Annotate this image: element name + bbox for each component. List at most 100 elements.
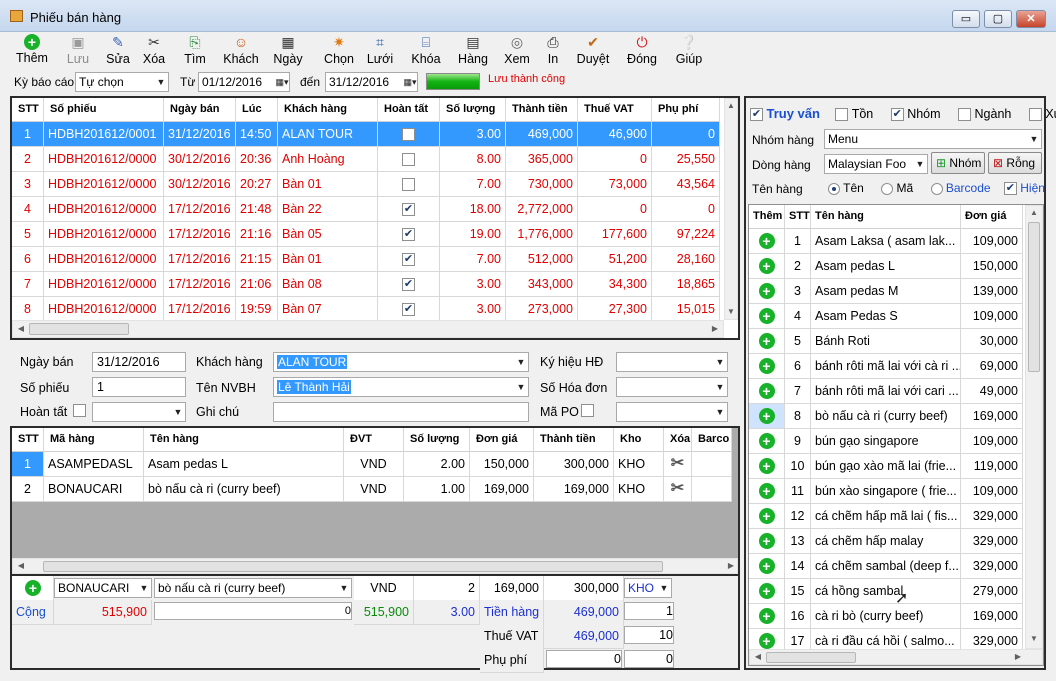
product-add-cell[interactable]: + [749,529,785,554]
invoice-cell-sl[interactable]: 18.00 [440,197,506,222]
add-icon[interactable]: + [758,608,775,624]
invoice-cell-stt[interactable]: 3 [12,172,44,197]
invoice-cell-stt[interactable]: 8 [12,297,44,322]
invoice-col-header[interactable]: Thành tiền [506,98,578,122]
invoice-cell-luc[interactable]: 21:15 [236,247,278,272]
product-cell-ten[interactable]: Asam Pedas S [811,304,961,329]
entry-ma-select[interactable]: BONAUCARI ▼ [54,578,152,598]
nvbh-select[interactable]: Lê Thành Hải ▼ [273,377,529,397]
product-cell-ten[interactable]: Asam Laksa ( asam lak... [811,229,961,254]
invoice-cell-so_phieu[interactable]: HDBH201612/0000 [44,247,164,272]
invoice-cell-stt[interactable]: 5 [12,222,44,247]
invoice-cell-khach[interactable]: Bàn 08 [278,272,378,297]
to-date-picker[interactable]: 31/12/2016 ▦▾ [325,72,418,92]
product-cell-ten[interactable]: Bánh Roti [811,329,961,354]
invoice-cell-stt[interactable]: 1 [12,122,44,147]
invoice-cell-phu_phi[interactable]: 0 [652,197,720,222]
invoice-cell-thanh_tien[interactable]: 365,000 [506,147,578,172]
detail-col-header[interactable]: Thành tiền [534,428,614,452]
add-icon[interactable]: + [758,408,775,424]
invoice-cell-stt[interactable]: 7 [12,272,44,297]
invoice-cell-phu_phi[interactable]: 43,564 [652,172,720,197]
invoice-cell-khach[interactable]: Bàn 05 [278,222,378,247]
khach-hang-select[interactable]: ALAN TOUR ▼ [273,352,529,372]
product-cell-stt[interactable]: 8 [785,404,811,429]
product-cell-gia[interactable]: 30,000 [961,329,1023,354]
invoice-cell-luc[interactable]: 20:36 [236,147,278,172]
invoice-cell-phu_phi[interactable]: 97,224 [652,222,720,247]
delete-row-icon[interactable]: ✂ [671,455,684,472]
invoice-cell-hoan_tat[interactable]: ✔ [378,297,440,322]
barcode-radio[interactable] [930,182,943,195]
hoan-tat-checkbox[interactable] [402,128,415,142]
ma-po-select[interactable]: ▼ [616,402,728,422]
invoice-cell-ngay[interactable]: 17/12/2016 [164,222,236,247]
detail-cell-xoa[interactable]: ✂ [664,452,692,477]
detail-cell-dvt[interactable]: VND [344,477,404,502]
invoice-hscrollbar[interactable]: ◀ ▶ [12,320,724,338]
invoice-cell-vat[interactable]: 73,000 [578,172,652,197]
invoice-cell-phu_phi[interactable]: 28,160 [652,247,720,272]
detail-cell-thanh_tien[interactable]: 300,000 [534,452,614,477]
detail-col-header[interactable]: Kho [614,428,664,452]
so-phieu-field[interactable]: 1 [92,377,186,397]
invoice-col-header[interactable]: Hoàn tất [378,98,440,122]
detail-cell-ma[interactable]: BONAUCARI [44,477,144,502]
scroll-thumb[interactable] [1028,222,1040,372]
toolbar-1-button[interactable]: ▣ Lưu [60,32,96,70]
invoice-cell-khach[interactable]: ALAN TOUR [278,122,378,147]
product-cell-ten[interactable]: bánh rôti mã lai với cà ri ... [811,354,961,379]
product-cell-gia[interactable]: 139,000 [961,279,1023,304]
add-icon[interactable]: + [758,308,775,324]
product-cell-stt[interactable]: 9 [785,429,811,454]
invoice-cell-phu_phi[interactable]: 18,865 [652,272,720,297]
entry-add-cell[interactable]: + [12,576,54,601]
invoice-cell-hoan_tat[interactable] [378,122,440,147]
product-cell-ten[interactable]: cá chẽm hấp mã lai ( fis... [811,504,961,529]
product-cell-stt[interactable]: 14 [785,554,811,579]
ma-radio[interactable] [881,182,894,195]
product-cell-stt[interactable]: 15 [785,579,811,604]
invoice-cell-luc[interactable]: 21:48 [236,197,278,222]
invoice-cell-ngay[interactable]: 17/12/2016 [164,272,236,297]
ten-radio[interactable] [828,182,840,195]
detail-cell-xoa[interactable]: ✂ [664,477,692,502]
product-add-cell[interactable]: + [749,279,785,304]
period-select[interactable]: Tự chọn ▼ [75,72,169,92]
product-add-cell[interactable]: + [749,254,785,279]
hoan-tat-checkbox[interactable]: ✔ [402,203,415,217]
product-add-cell[interactable]: + [749,304,785,329]
invoice-col-header[interactable]: Số lượng [440,98,506,122]
detail-cell-stt[interactable]: 2 [12,477,44,502]
toolbar-3-button[interactable]: ✂ Xóa [140,32,168,70]
product-cell-gia[interactable]: 169,000 [961,404,1023,429]
entry-thanh-tien[interactable]: 300,000 [544,576,624,601]
invoice-cell-hoan_tat[interactable]: ✔ [378,272,440,297]
add-icon[interactable]: + [758,533,775,549]
invoice-cell-vat[interactable]: 34,300 [578,272,652,297]
product-add-cell[interactable]: + [749,454,785,479]
product-cell-stt[interactable]: 2 [785,254,811,279]
detail-col-header[interactable]: Xóa [664,428,692,452]
add-icon[interactable]: + [758,558,775,574]
product-cell-ten[interactable]: bánh rôti mã lai với cari ... [811,379,961,404]
so-hoa-don-select[interactable]: ▼ [616,377,728,397]
vat-extra[interactable]: 10 [624,626,674,644]
product-cell-gia[interactable]: 329,000 [961,554,1023,579]
dong-hang-select[interactable]: Malaysian Foo ▼ [824,154,928,174]
toolbar-15-button[interactable]: ❔ Giúp [672,32,706,70]
product-cell-gia[interactable]: 150,000 [961,254,1023,279]
toolbar-7-button[interactable]: ✷ Chọn [320,32,358,70]
product-cell-ten[interactable]: cá hồng sambal [811,579,961,604]
product-cell-ten[interactable]: bò nấu cà ri (curry beef) [811,404,961,429]
toolbar-11-button[interactable]: ◎ Xem [502,32,532,70]
detail-cell-ten[interactable]: bò nấu cà ri (curry beef) [144,477,344,502]
product-add-cell[interactable]: + [749,504,785,529]
invoice-cell-sl[interactable]: 3.00 [440,122,506,147]
phu-phi-value[interactable]: 0 [546,650,622,668]
product-cell-ten[interactable]: cà ri bò (curry beef) [811,604,961,629]
product-cell-stt[interactable]: 12 [785,504,811,529]
hoan-tat-checkbox[interactable]: ✔ [402,228,415,242]
invoice-cell-stt[interactable]: 4 [12,197,44,222]
product-cell-stt[interactable]: 1 [785,229,811,254]
